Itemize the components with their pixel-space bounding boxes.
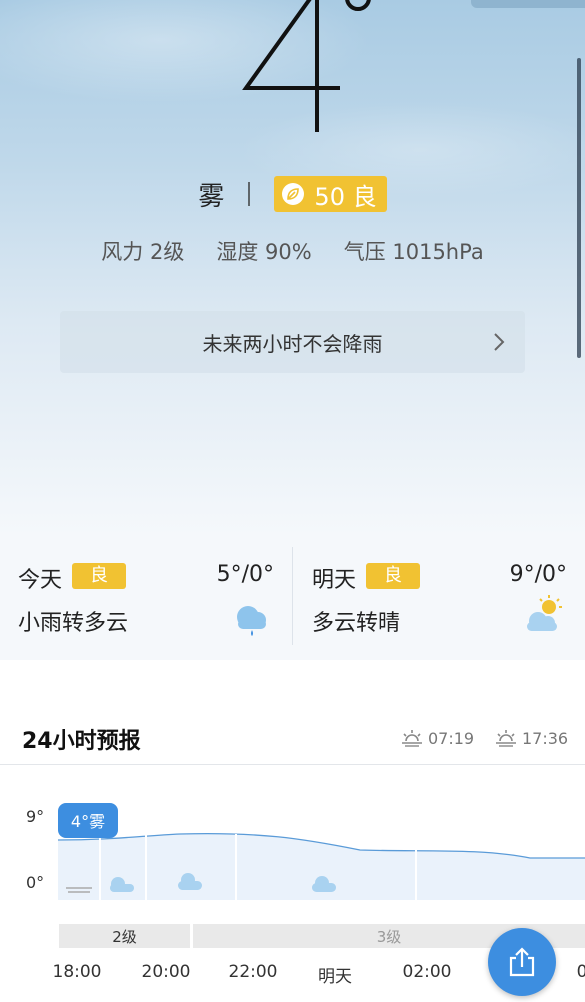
sunset-icon: [496, 730, 516, 747]
aqi-value: 50 良: [314, 182, 377, 211]
stats-row: 风力 2级 湿度 90% 气压 1015hPa: [0, 236, 585, 266]
temperature-digits: [242, 0, 371, 132]
hour-label: 明天: [318, 967, 352, 987]
aqi-badge[interactable]: 50 良: [274, 176, 387, 212]
day-card-tomorrow[interactable]: 明天 良 9°/0° 多云转晴: [293, 535, 585, 660]
rain-forecast-bar[interactable]: 未来两小时不会降雨: [60, 311, 525, 373]
day-card-today[interactable]: 今天 良 5°/0° 小雨转多云: [0, 535, 292, 660]
day-name: 今天: [18, 568, 63, 593]
daily-summary: 今天 良 5°/0° 小雨转多云 明天 良 9°/0° 多云转晴: [0, 535, 585, 660]
temperature-curve: 4°雾: [57, 803, 585, 900]
wind-level-segment: 2级: [59, 924, 190, 948]
hourly-forecast-title: 24小时预报: [22, 729, 141, 754]
humidity-stat: 湿度 90%: [216, 240, 312, 264]
wind-level-label: 2级: [112, 927, 137, 946]
hour-label: 02:00: [402, 962, 452, 982]
sunrise-value: 07:19: [428, 728, 475, 748]
current-temperature: 4°: [240, 0, 380, 134]
partly-sunny-icon: [527, 595, 562, 631]
rain-cloud-icon: [237, 606, 266, 636]
current-weather-panel: 4° 雾 50 良 风力 2级 湿度 90% 气压 1015hPa 未来两小时不…: [0, 0, 585, 535]
hour-label: 20:00: [141, 962, 191, 982]
hour-label: 0: [576, 962, 585, 982]
divider: [248, 182, 251, 206]
share-icon: [509, 947, 535, 977]
day-temp-range: 5°/0°: [216, 562, 274, 587]
sunset-time: 17:36: [494, 728, 568, 748]
hour-label: 18:00: [52, 962, 102, 982]
day-condition: 小雨转多云: [18, 611, 129, 636]
hour-label: 22:00: [228, 962, 278, 982]
hourly-temperature-chart[interactable]: 9° 0° 4°雾: [0, 800, 585, 910]
wind-level-label: 3级: [376, 927, 402, 946]
condition-text: 雾: [198, 181, 225, 212]
day-temp-range: 9°/0°: [509, 562, 567, 587]
day-name: 明天: [312, 568, 357, 593]
sunrise-time: 07:19: [400, 728, 474, 748]
sunrise-icon: [402, 730, 422, 747]
aqi-pill: 良: [72, 563, 126, 589]
aqi-pill: 良: [366, 563, 420, 589]
share-button[interactable]: [488, 928, 556, 996]
pressure-stat: 气压 1015hPa: [343, 240, 484, 264]
rain-notice-text: 未来两小时不会降雨: [202, 331, 383, 356]
condition-row: 雾 50 良: [0, 176, 585, 212]
day-condition: 多云转晴: [312, 611, 401, 636]
top-bar-edge: [471, 0, 585, 8]
sunset-value: 17:36: [522, 728, 569, 748]
section-divider: [0, 764, 585, 765]
leaf-icon: [282, 183, 305, 205]
current-hour-label: 4°雾: [71, 812, 105, 831]
wind-stat: 风力 2级: [101, 240, 185, 264]
chevron-right-icon: [494, 333, 505, 351]
